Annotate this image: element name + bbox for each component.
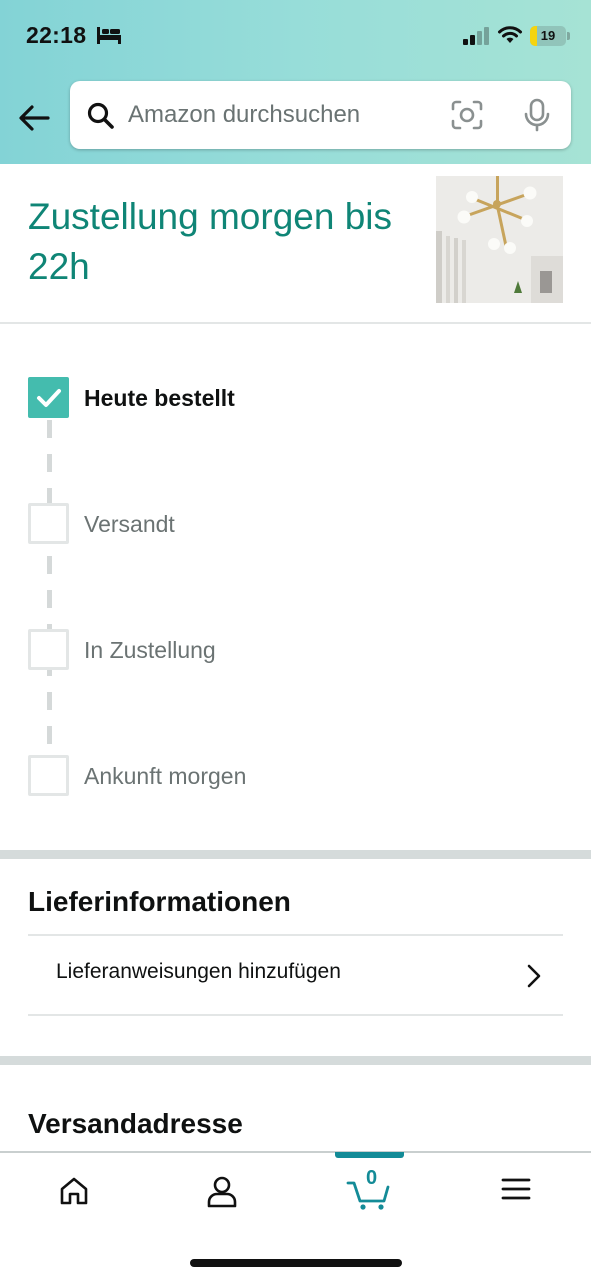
delivery-info-title: Lieferinformationen xyxy=(28,886,291,917)
chevron-right-icon xyxy=(527,964,541,988)
wifi-icon xyxy=(498,26,522,43)
nav-menu[interactable] xyxy=(457,1153,575,1233)
cart-count-badge: 0 xyxy=(366,1167,378,1189)
step-checkbox-out-for-delivery xyxy=(28,629,69,670)
divider xyxy=(0,322,591,324)
microphone-icon[interactable] xyxy=(520,97,554,133)
step-checkbox-ordered xyxy=(28,377,69,418)
shipping-address-title: Versandadresse xyxy=(28,1108,243,1139)
step-checkbox-arrival xyxy=(28,755,69,796)
home-icon xyxy=(60,1177,88,1205)
nav-cart[interactable] xyxy=(310,1153,428,1233)
search-input[interactable] xyxy=(128,97,428,133)
arrow-left-icon[interactable] xyxy=(14,98,54,138)
header: 22:18 19 xyxy=(0,0,591,164)
tracking-progress-line xyxy=(47,420,52,760)
step-label-out-for-delivery: In Zustellung xyxy=(84,637,216,663)
status-time: 22:18 xyxy=(26,22,87,48)
divider xyxy=(28,934,563,936)
battery-indicator: 19 xyxy=(530,26,566,46)
hamburger-menu-icon xyxy=(501,1178,531,1200)
product-image[interactable] xyxy=(436,176,563,303)
battery-tip xyxy=(567,32,570,40)
person-icon xyxy=(207,1176,237,1208)
checkmark-icon xyxy=(37,389,61,407)
section-separator xyxy=(0,850,591,859)
battery-level: 19 xyxy=(540,28,556,43)
delivery-estimate-title: Zustellung morgen bis 22h xyxy=(28,196,393,287)
step-label-arrival: Ankunft morgen xyxy=(84,763,247,789)
ceiling-lamp-picture xyxy=(436,176,563,303)
camera-scan-icon[interactable] xyxy=(450,99,484,131)
step-label-ordered: Heute bestellt xyxy=(84,385,235,411)
nav-account[interactable] xyxy=(163,1153,281,1233)
step-label-shipped: Versandt xyxy=(84,511,175,537)
search-bar[interactable] xyxy=(70,81,571,149)
bed-icon xyxy=(97,27,121,44)
add-delivery-instructions-link[interactable]: Lieferanweisungen hinzufügen xyxy=(28,938,563,1014)
home-indicator[interactable] xyxy=(190,1259,402,1267)
step-checkbox-shipped xyxy=(28,503,69,544)
order-tracking-page: 22:18 19 Amazon durchsuchen Zustellung m… xyxy=(0,0,591,1280)
status-bar: 22:18 19 xyxy=(0,0,591,70)
divider xyxy=(28,1014,563,1016)
nav-home[interactable] xyxy=(15,1153,133,1233)
search-icon xyxy=(87,102,114,129)
add-delivery-instructions-label: Lieferanweisungen hinzufügen xyxy=(56,960,341,983)
section-separator xyxy=(0,1056,591,1065)
cellular-signal-icon xyxy=(463,27,489,45)
